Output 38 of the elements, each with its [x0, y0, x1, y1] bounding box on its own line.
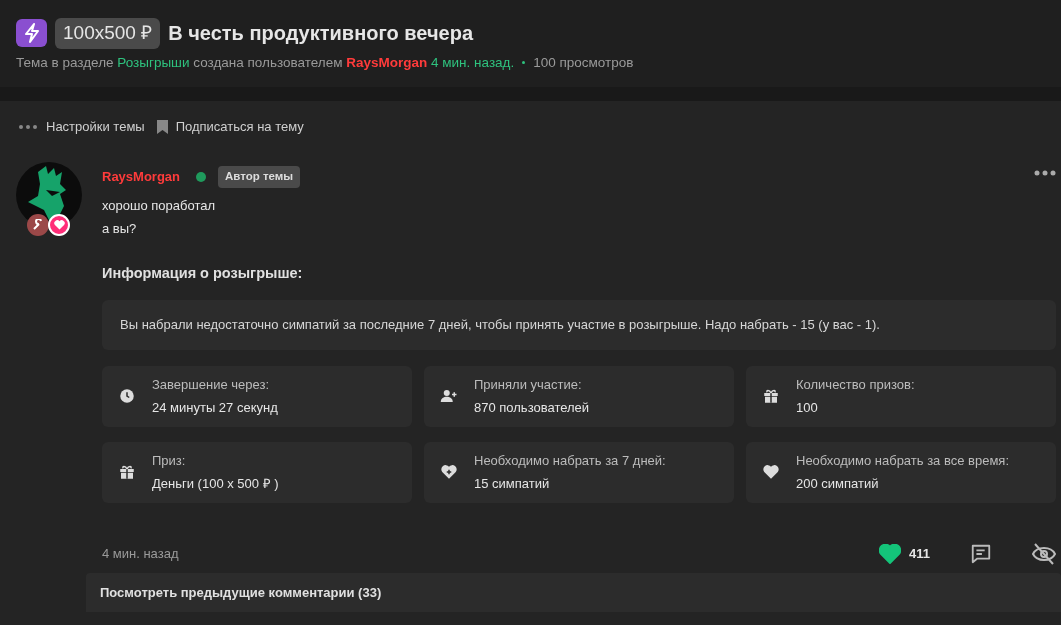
info-value: 200 симпатий — [796, 475, 880, 494]
info-label: Количество призов: — [796, 375, 915, 394]
bookmark-icon — [156, 119, 168, 134]
info-label: Приз: — [152, 451, 187, 470]
gift-icon — [118, 463, 136, 482]
info-value: 24 минуты 27 секунд — [152, 399, 278, 418]
subscribe-link[interactable]: Подписаться на тему — [175, 116, 304, 137]
info-value: 15 симпатий — [474, 475, 551, 494]
more-options-icon — [18, 123, 38, 130]
notice-message: Вы набрали недостаточно симпатий за последние 7 дней, чтобы принять участие в розыгрыше. Надо набрать - 15 (у вас - 1). — [102, 300, 1056, 350]
thread-settings-link[interactable]: Настройки темы — [46, 116, 145, 137]
previous-comments-link[interactable]: Посмотреть предыдущие комментарии (33) — [86, 572, 1061, 613]
message-line: а вы? — [102, 220, 138, 238]
info-value: Деньги (100 x 500 ₽ ) — [152, 475, 279, 494]
eye-slash-icon[interactable] — [1032, 542, 1056, 565]
like-icon[interactable] — [879, 543, 901, 564]
separator-dot — [522, 61, 526, 65]
lightning-icon — [16, 19, 47, 48]
view-count: 100 просмотров — [533, 53, 634, 72]
info-value: 100 — [796, 399, 819, 418]
comment-icon[interactable] — [970, 542, 992, 565]
info-label: Необходимо набрать за все время: — [796, 451, 1009, 470]
info-label: Необходимо набрать за 7 дней: — [474, 451, 666, 470]
giveaway-info-heading: Информация о розыгрыше: — [102, 263, 304, 283]
author-badge: Автор темы — [218, 166, 301, 188]
author-name[interactable]: RaysMorgan — [102, 167, 181, 187]
info-label: Завершение через: — [152, 375, 270, 394]
like-count: 411 — [909, 545, 930, 563]
thread-title: В честь продуктивного вечера — [168, 21, 473, 47]
thread-meta-text: Тема в разделе Розыгрыши создана пользователем RaysMorgan 4 мин. назад. — [16, 53, 515, 72]
info-label: Приняли участие: — [474, 375, 583, 394]
gift-icon — [762, 387, 780, 406]
post-time: 4 мин. назад — [102, 545, 179, 563]
thread-prefix[interactable]: 100x500 ₽ — [55, 18, 161, 49]
message-line: хорошо поработал — [102, 196, 217, 215]
info-value: 870 пользователей — [474, 399, 590, 418]
more-options-icon[interactable] — [1033, 169, 1057, 177]
clock-icon — [118, 387, 136, 406]
